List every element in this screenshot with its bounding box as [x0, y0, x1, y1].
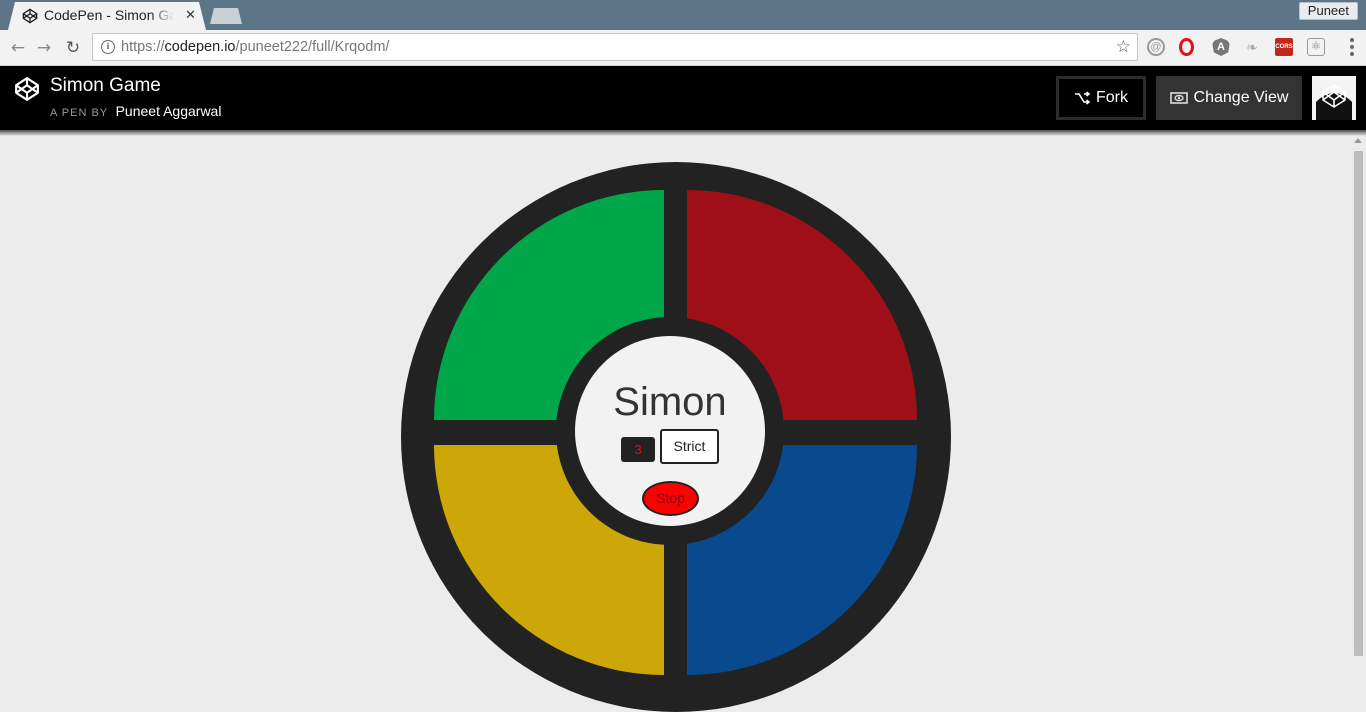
- change-view-button[interactable]: Change View: [1156, 76, 1302, 120]
- browser-tab[interactable]: CodePen - Simon Game ✕: [8, 2, 206, 30]
- codepen-header: Simon Game A PEN BY Puneet Aggarwal Fork…: [0, 66, 1366, 130]
- fork-label: Fork: [1096, 89, 1128, 106]
- scrollbar-thumb[interactable]: [1354, 151, 1363, 656]
- forward-arrow-icon[interactable]: →: [34, 38, 54, 58]
- eye-ext-icon[interactable]: @: [1147, 38, 1165, 56]
- game-title: Simon: [613, 380, 727, 424]
- address-bar[interactable]: i https://codepen.io/puneet222/full/Krqo…: [92, 33, 1138, 61]
- fork-button[interactable]: Fork: [1056, 76, 1146, 120]
- browser-menu-icon[interactable]: [1350, 38, 1354, 56]
- url-text[interactable]: https://codepen.io/puneet222/full/Krqodm…: [121, 39, 389, 55]
- bookmark-star-icon[interactable]: ☆: [1116, 37, 1131, 57]
- tab-close-icon[interactable]: ✕: [185, 8, 196, 23]
- stop-button[interactable]: Stop: [642, 481, 699, 516]
- page-scrollbar[interactable]: [1351, 136, 1366, 703]
- avatar-image: [1312, 76, 1356, 120]
- browser-titlebar: CodePen - Simon Game ✕ Puneet: [0, 0, 1366, 30]
- opera-icon[interactable]: [1179, 38, 1194, 56]
- angular-icon[interactable]: A: [1212, 38, 1230, 56]
- url-host: codepen.io: [164, 39, 236, 55]
- cors-icon[interactable]: CORS: [1275, 38, 1293, 56]
- pen-title: Simon Game: [50, 75, 161, 96]
- eye-icon: [1169, 92, 1188, 104]
- simon-board: Simon 3 Strict Stop: [401, 162, 951, 712]
- url-scheme: https://: [121, 39, 165, 55]
- strict-button[interactable]: Strict: [660, 429, 719, 464]
- profile-button[interactable]: Puneet: [1298, 2, 1358, 20]
- fork-icon: [1075, 91, 1090, 105]
- header-shadow: [0, 130, 1366, 136]
- feather-icon[interactable]: ❧: [1243, 38, 1261, 56]
- reload-icon[interactable]: ↻: [63, 38, 83, 58]
- codepen-favicon-icon: [22, 8, 38, 24]
- react-icon[interactable]: ⚛: [1307, 38, 1325, 56]
- control-panel: Simon 3 Strict Stop: [575, 336, 765, 526]
- info-icon[interactable]: i: [101, 40, 115, 54]
- url-path: /puneet222/full/Krqodm/: [235, 39, 390, 55]
- change-view-label: Change View: [1193, 89, 1289, 106]
- new-tab-button[interactable]: [210, 8, 242, 24]
- count-display: 3: [621, 437, 655, 462]
- byline-prefix: A PEN BY: [50, 107, 109, 119]
- avatar[interactable]: [1312, 76, 1356, 120]
- pen-byline: A PEN BY Puneet Aggarwal: [50, 103, 221, 121]
- tab-title: CodePen - Simon Game: [44, 7, 174, 23]
- back-arrow-icon[interactable]: ←: [8, 38, 28, 58]
- author-link[interactable]: Puneet Aggarwal: [116, 103, 222, 119]
- codepen-logo-icon[interactable]: [14, 76, 40, 102]
- browser-toolbar: ← → ↻ i https://codepen.io/puneet222/ful…: [0, 30, 1366, 66]
- scroll-up-arrow-icon[interactable]: [1354, 138, 1362, 143]
